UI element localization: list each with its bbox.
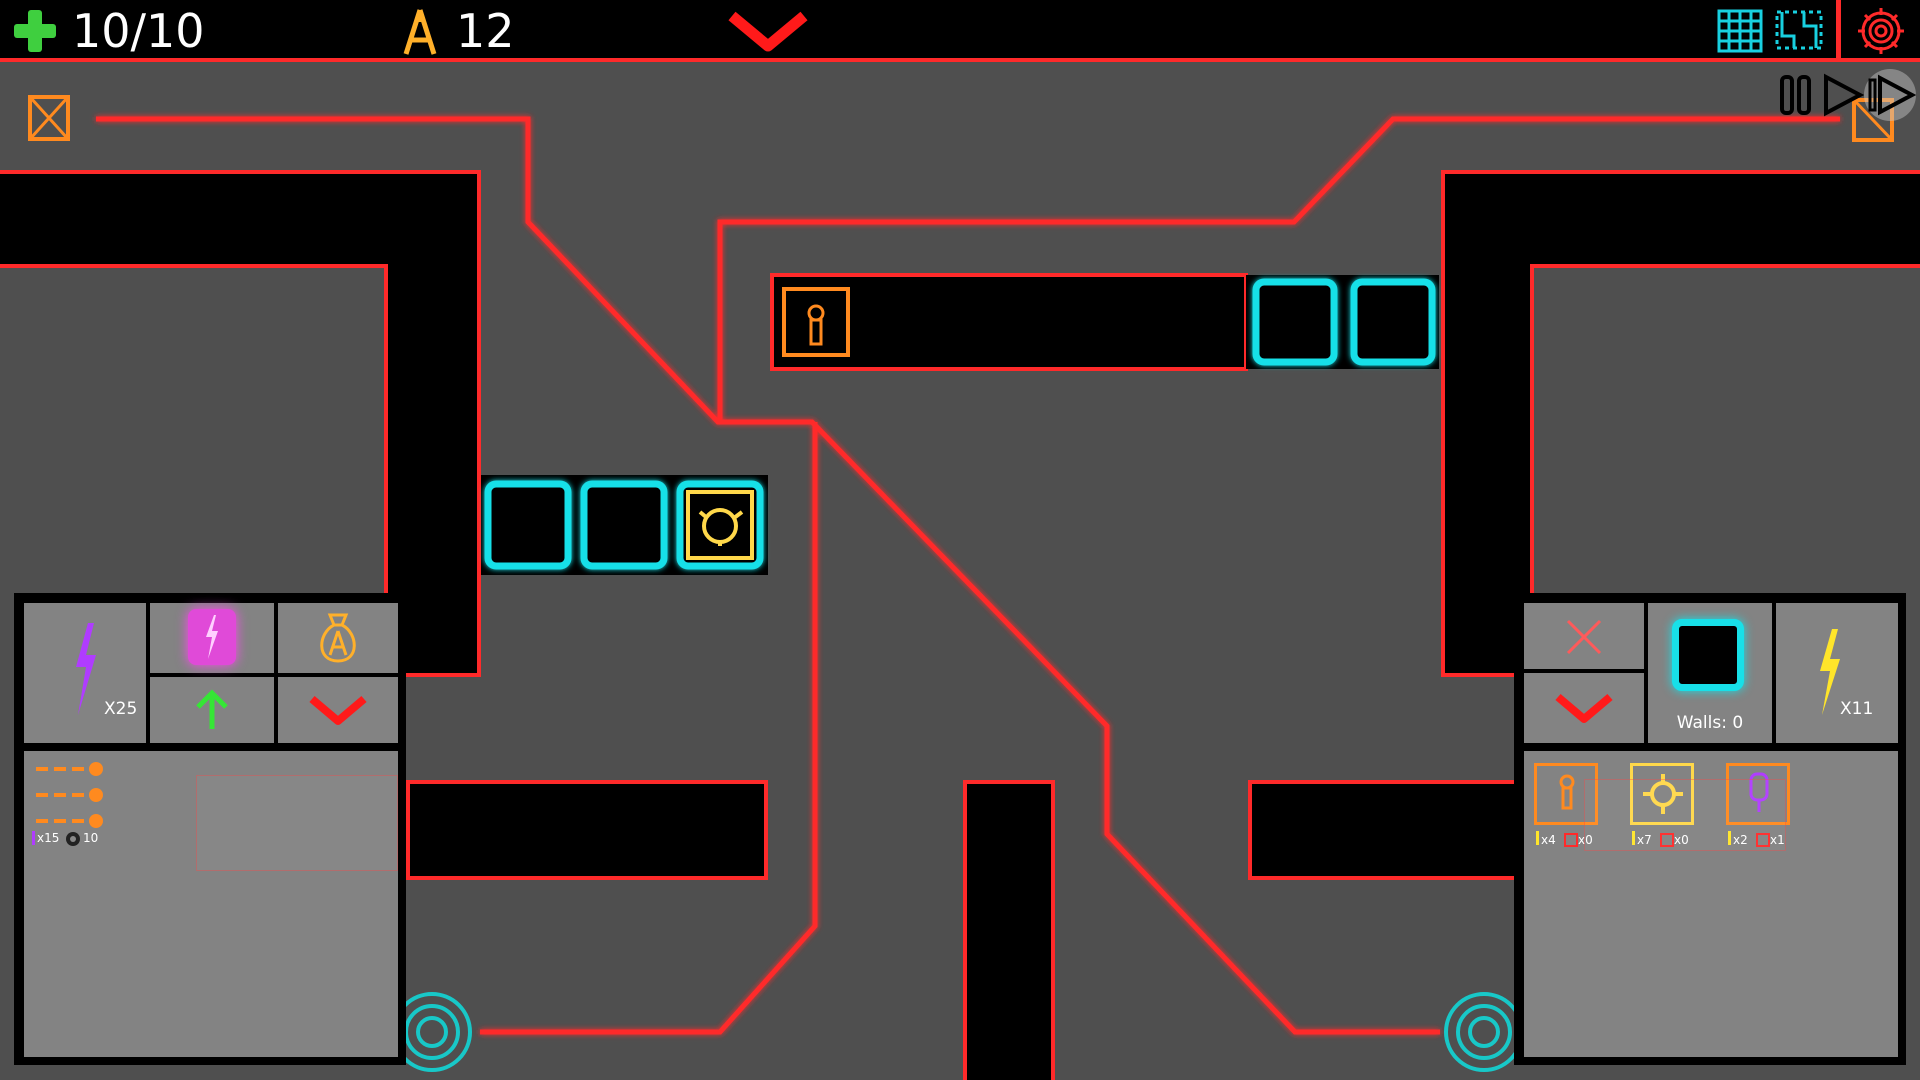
wall-bottom-center: [963, 780, 1055, 1080]
sell-button[interactable]: [278, 603, 398, 673]
left-tower-panel: X25 x15 10: [14, 593, 406, 1065]
cyan-wall-block[interactable]: [1252, 278, 1338, 366]
chevron-down-icon: [309, 695, 367, 725]
energy-cell: X11: [1776, 603, 1898, 743]
top-bar: 10/10 12: [0, 0, 1920, 62]
arrow-up-icon: [196, 689, 228, 729]
small-bolt-icon: [32, 831, 35, 845]
upgrade-energy-button[interactable]: [150, 603, 274, 673]
tower-energy-cost: x4: [1541, 833, 1556, 847]
walls-count: Walls: 0: [1676, 713, 1744, 733]
energy-count: X11: [1840, 699, 1874, 719]
close-icon: [1566, 619, 1602, 655]
spawn-marker-left: [28, 95, 70, 141]
wall-top-middle: [770, 273, 1439, 371]
energy-count: X25: [104, 699, 138, 719]
grid-icon[interactable]: [1716, 8, 1764, 54]
upgrade-button[interactable]: [150, 677, 274, 743]
small-bolt-icon: [1536, 831, 1539, 845]
path-icon[interactable]: [1774, 6, 1824, 54]
gear-small-icon: [66, 832, 80, 846]
thermometer-tower-icon: [1559, 774, 1575, 810]
cyan-wall-block[interactable]: [580, 480, 668, 570]
target-tower[interactable]: [676, 480, 764, 570]
chevron-down-icon: [1555, 693, 1613, 723]
settings-gear-icon[interactable]: [1856, 6, 1906, 56]
collapse-button[interactable]: [278, 677, 398, 743]
range-stats-icon: [36, 762, 103, 828]
currency-counter: 12: [456, 4, 515, 58]
plus-icon: [14, 10, 56, 52]
topbar-divider: [1836, 0, 1841, 62]
currency-tower-icon: [403, 9, 437, 55]
cancel-button[interactable]: [1524, 603, 1644, 669]
exit-portal-right: [1444, 992, 1524, 1072]
wall-bottom-left: [406, 780, 768, 880]
cyan-wall-block[interactable]: [484, 480, 572, 570]
collapse-button[interactable]: [1524, 673, 1644, 743]
right-build-panel: Walls: 0 X11 x4 x0 x7 x0 x2 x1: [1514, 593, 1906, 1065]
pause-icon[interactable]: [1780, 75, 1811, 115]
stat-gear: 10: [83, 831, 99, 845]
chevron-down-icon[interactable]: [726, 8, 810, 54]
ghost-selection-box: [1584, 779, 1786, 851]
wall-block-icon: [1672, 619, 1744, 691]
cyan-wall-block[interactable]: [1350, 278, 1436, 366]
fast-forward-icon[interactable]: [1864, 69, 1917, 121]
thermometer-tower[interactable]: [782, 287, 850, 357]
money-bag-icon: [320, 613, 356, 663]
pink-bolt-icon: [206, 615, 218, 659]
energy-cell: X25: [24, 603, 146, 743]
wall-bottom-right: [1248, 780, 1552, 880]
tower-shop-area: x4 x0 x7 x0 x2 x1: [1524, 751, 1898, 1057]
stat-energy: x15: [37, 831, 60, 845]
wall-build-button[interactable]: Walls: 0: [1648, 603, 1772, 743]
tower-info-area: x15 10: [24, 751, 398, 1057]
health-counter: 10/10: [72, 4, 205, 58]
tower-count-icon: [1564, 833, 1578, 847]
lightning-bolt-icon: [76, 623, 96, 715]
ghost-selection-box: [196, 775, 398, 871]
